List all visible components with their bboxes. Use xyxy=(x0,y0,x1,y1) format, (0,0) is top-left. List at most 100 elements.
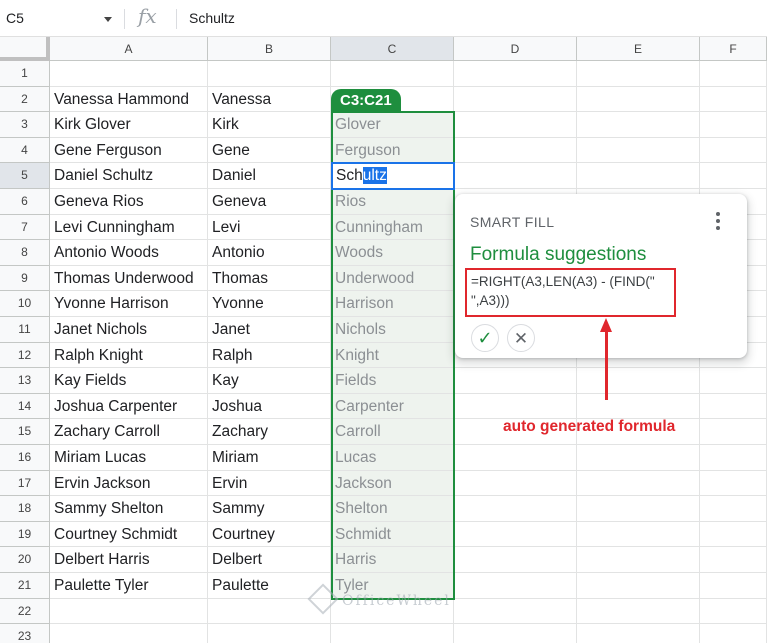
cell-a10[interactable]: Yvonne Harrison xyxy=(50,291,208,317)
cell-a17[interactable]: Ervin Jackson xyxy=(50,470,208,497)
cell-d14[interactable] xyxy=(454,393,577,420)
cell-c23[interactable] xyxy=(331,624,454,643)
cell-c12[interactable]: Knight xyxy=(331,342,454,369)
cell-a13[interactable]: Kay Fields xyxy=(50,368,208,394)
cell-f13[interactable] xyxy=(700,368,767,394)
row-header-9[interactable]: 9 xyxy=(0,265,50,292)
cell-c9[interactable]: Underwood xyxy=(331,265,454,292)
cell-a6[interactable]: Geneva Rios xyxy=(50,189,208,215)
cell-b5[interactable]: Daniel xyxy=(208,163,331,189)
cell-b9[interactable]: Thomas xyxy=(208,265,331,292)
cell-c10[interactable]: Harrison xyxy=(331,291,454,317)
cell-b6[interactable]: Geneva xyxy=(208,189,331,215)
cell-c8[interactable]: Woods xyxy=(331,240,454,266)
cell-d1[interactable] xyxy=(454,61,577,87)
cell-f20[interactable] xyxy=(700,547,767,573)
column-header-c[interactable]: C xyxy=(331,37,454,61)
cell-b12[interactable]: Ralph xyxy=(208,342,331,369)
cell-e21[interactable] xyxy=(577,573,700,599)
cell-b7[interactable]: Levi xyxy=(208,214,331,241)
cell-c13[interactable]: Fields xyxy=(331,368,454,394)
cell-d20[interactable] xyxy=(454,547,577,573)
cell-f14[interactable] xyxy=(700,393,767,420)
row-header-4[interactable]: 4 xyxy=(0,137,50,164)
row-header-21[interactable]: 21 xyxy=(0,573,50,599)
cell-f21[interactable] xyxy=(700,573,767,599)
cell-d21[interactable] xyxy=(454,573,577,599)
cell-b13[interactable]: Kay xyxy=(208,368,331,394)
cell-c7[interactable]: Cunningham xyxy=(331,214,454,241)
row-header-13[interactable]: 13 xyxy=(0,368,50,394)
row-header-6[interactable]: 6 xyxy=(0,189,50,215)
cell-b14[interactable]: Joshua xyxy=(208,393,331,420)
column-header-d[interactable]: D xyxy=(454,37,577,61)
cell-b11[interactable]: Janet xyxy=(208,317,331,343)
cell-a2[interactable]: Vanessa Hammond xyxy=(50,86,208,113)
row-header-12[interactable]: 12 xyxy=(0,342,50,369)
cell-e4[interactable] xyxy=(577,137,700,164)
formula-input[interactable]: Schultz xyxy=(189,10,235,26)
cell-f15[interactable] xyxy=(700,419,767,445)
cell-e20[interactable] xyxy=(577,547,700,573)
cell-f4[interactable] xyxy=(700,137,767,164)
cell-b19[interactable]: Courtney xyxy=(208,521,331,548)
cell-b17[interactable]: Ervin xyxy=(208,470,331,497)
cell-d19[interactable] xyxy=(454,521,577,548)
cell-d23[interactable] xyxy=(454,624,577,643)
cell-c20[interactable]: Harris xyxy=(331,547,454,573)
cell-d13[interactable] xyxy=(454,368,577,394)
cell-f23[interactable] xyxy=(700,624,767,643)
cell-a3[interactable]: Kirk Glover xyxy=(50,112,208,138)
cell-c16[interactable]: Lucas xyxy=(331,445,454,471)
row-header-20[interactable]: 20 xyxy=(0,547,50,573)
cell-f17[interactable] xyxy=(700,470,767,497)
cell-c14[interactable]: Carpenter xyxy=(331,393,454,420)
cell-d17[interactable] xyxy=(454,470,577,497)
cell-a22[interactable] xyxy=(50,598,208,625)
row-header-14[interactable]: 14 xyxy=(0,393,50,420)
column-header-f[interactable]: F xyxy=(700,37,767,61)
cell-f2[interactable] xyxy=(700,86,767,113)
cell-b16[interactable]: Miriam xyxy=(208,445,331,471)
row-header-19[interactable]: 19 xyxy=(0,521,50,548)
cell-b18[interactable]: Sammy xyxy=(208,496,331,522)
cell-c18[interactable]: Shelton xyxy=(331,496,454,522)
column-header-e[interactable]: E xyxy=(577,37,700,61)
reject-suggestion-button[interactable]: ✕ xyxy=(507,324,535,352)
cell-d3[interactable] xyxy=(454,112,577,138)
more-vert-icon[interactable] xyxy=(715,212,721,232)
cell-b20[interactable]: Delbert xyxy=(208,547,331,573)
row-header-11[interactable]: 11 xyxy=(0,317,50,343)
cell-d22[interactable] xyxy=(454,598,577,625)
cell-a19[interactable]: Courtney Schmidt xyxy=(50,521,208,548)
cell-f19[interactable] xyxy=(700,521,767,548)
cell-a1[interactable] xyxy=(50,61,208,87)
row-header-16[interactable]: 16 xyxy=(0,445,50,471)
cell-e1[interactable] xyxy=(577,61,700,87)
cell-a18[interactable]: Sammy Shelton xyxy=(50,496,208,522)
cell-c6[interactable]: Rios xyxy=(331,189,454,215)
cell-a7[interactable]: Levi Cunningham xyxy=(50,214,208,241)
cell-e17[interactable] xyxy=(577,470,700,497)
cell-e19[interactable] xyxy=(577,521,700,548)
cell-b10[interactable]: Yvonne xyxy=(208,291,331,317)
cell-a8[interactable]: Antonio Woods xyxy=(50,240,208,266)
row-header-2[interactable]: 2 xyxy=(0,86,50,113)
cell-f5[interactable] xyxy=(700,163,767,189)
row-header-5[interactable]: 5 xyxy=(0,163,50,189)
cell-f16[interactable] xyxy=(700,445,767,471)
cell-e22[interactable] xyxy=(577,598,700,625)
column-header-a[interactable]: A xyxy=(50,37,208,61)
cell-d5[interactable] xyxy=(454,163,577,189)
row-header-8[interactable]: 8 xyxy=(0,240,50,266)
cell-a21[interactable]: Paulette Tyler xyxy=(50,573,208,599)
cell-b2[interactable]: Vanessa xyxy=(208,86,331,113)
name-box-dropdown-icon[interactable] xyxy=(104,17,112,22)
cell-b23[interactable] xyxy=(208,624,331,643)
active-cell-c5[interactable]: Schultz xyxy=(331,162,455,190)
cell-e13[interactable] xyxy=(577,368,700,394)
cell-d18[interactable] xyxy=(454,496,577,522)
cell-b8[interactable]: Antonio xyxy=(208,240,331,266)
cell-e18[interactable] xyxy=(577,496,700,522)
cell-c15[interactable]: Carroll xyxy=(331,419,454,445)
